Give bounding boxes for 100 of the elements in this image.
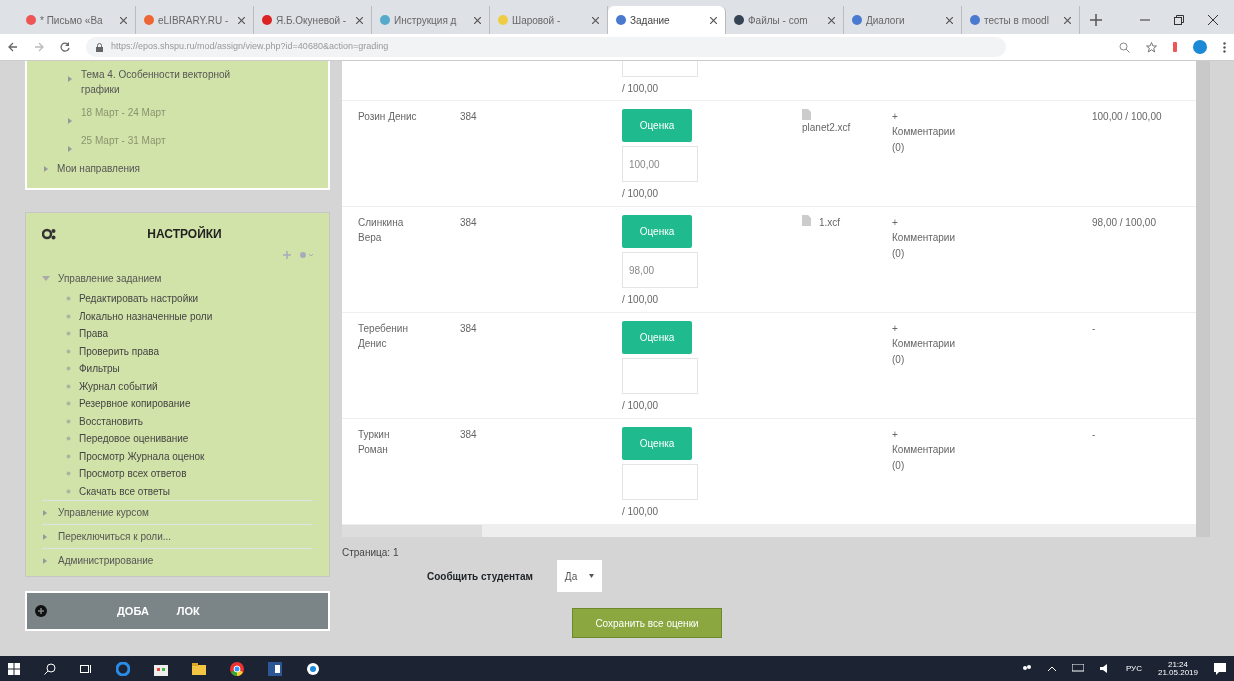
student-name[interactable]: Розин Денис — [358, 109, 418, 124]
bullet-icon — [66, 436, 71, 442]
edge-icon[interactable] — [116, 661, 130, 676]
bullet-icon — [66, 418, 71, 424]
close-icon[interactable] — [946, 16, 953, 24]
settings-link[interactable]: Проверить права — [79, 343, 160, 359]
settings-link[interactable]: Фильтры — [79, 361, 120, 377]
grade-field[interactable]: 98,00 — [622, 252, 698, 288]
favicon-icon — [616, 15, 626, 25]
final-grade: - — [1092, 323, 1096, 334]
zoom-icon[interactable] — [1119, 41, 1130, 53]
close-icon[interactable] — [710, 16, 717, 24]
network-icon[interactable] — [1071, 664, 1084, 673]
settings-link[interactable]: Права — [79, 326, 109, 342]
grade-field[interactable]: 100,00 — [622, 146, 698, 182]
word-icon[interactable] — [268, 661, 282, 676]
speaker-icon[interactable] — [1099, 664, 1110, 673]
group-cell: 384 — [460, 217, 477, 228]
comments-link[interactable]: Комментарии (0) — [892, 442, 962, 474]
settings-link[interactable]: Редактировать настройки — [79, 291, 199, 307]
add-block-text[interactable]: ДОБА — [117, 602, 149, 620]
bullet-icon — [66, 331, 71, 337]
folder-icon[interactable] — [192, 662, 206, 675]
nav-item[interactable]: Мои направления — [57, 161, 140, 176]
settings-item[interactable]: Администрирование — [58, 553, 154, 568]
group-cell: 384 — [460, 111, 477, 122]
group-cell: 384 — [460, 429, 477, 440]
settings-link[interactable]: Скачать все ответы — [79, 483, 170, 499]
settings-link[interactable]: Просмотр всех ответов — [79, 466, 187, 482]
profile-icon[interactable] — [1193, 40, 1207, 54]
bullet-icon — [66, 348, 71, 354]
student-name[interactable]: Слинкина Вера — [358, 215, 418, 245]
add-block-text[interactable]: ЛОК — [176, 602, 200, 620]
close-icon[interactable] — [1064, 16, 1071, 24]
file-icon — [802, 215, 811, 226]
comments-link[interactable]: Комментарии (0) — [892, 230, 962, 262]
close-icon[interactable] — [1208, 15, 1218, 25]
final-grade: 100,00 / 100,00 — [1092, 111, 1162, 122]
close-icon[interactable] — [238, 16, 245, 24]
add-icon[interactable] — [35, 605, 47, 617]
comments-link[interactable]: Комментарии (0) — [892, 336, 962, 368]
search-icon[interactable] — [44, 662, 56, 675]
group-cell: 384 — [460, 323, 477, 334]
settings-link[interactable]: Восстановить — [79, 413, 144, 429]
settings-item[interactable]: Управление заданием — [58, 271, 162, 286]
favicon-icon — [262, 15, 272, 25]
bullet-icon — [66, 471, 71, 477]
close-icon[interactable] — [120, 16, 127, 24]
notify-select[interactable]: Да — [556, 560, 602, 592]
restore-icon[interactable] — [1174, 15, 1184, 25]
clock[interactable]: 21:24 21.05.2019 — [1157, 660, 1198, 677]
student-name[interactable]: Теребенин Денис — [358, 321, 418, 351]
close-icon[interactable] — [828, 16, 835, 24]
settings-item[interactable]: Переключиться к роли... — [58, 529, 172, 544]
student-name[interactable]: Туркин Роман — [358, 427, 418, 457]
reload-icon[interactable] — [60, 42, 70, 52]
favicon-icon — [734, 15, 744, 25]
back-icon[interactable] — [8, 42, 18, 52]
close-icon[interactable] — [474, 16, 481, 24]
settings-link[interactable]: Просмотр Журнала оценок — [79, 448, 205, 464]
bullet-icon — [66, 383, 71, 389]
settings-link[interactable]: Локально назначенные роли — [79, 308, 213, 324]
chrome-icon[interactable] — [230, 661, 244, 676]
close-icon[interactable] — [592, 16, 599, 24]
star-icon[interactable] — [1146, 41, 1157, 53]
bullet-icon — [66, 453, 71, 459]
new-tab-icon[interactable] — [1090, 14, 1102, 26]
comments-toggle[interactable]: + — [892, 215, 1092, 230]
menu-icon[interactable] — [1223, 41, 1226, 53]
horizontal-scrollbar[interactable] — [342, 525, 1196, 537]
settings-link[interactable]: Передовое оценивание — [79, 431, 189, 447]
grade-field[interactable] — [622, 464, 698, 500]
comments-toggle[interactable]: + — [892, 427, 1092, 442]
settings-link[interactable]: Резервное копирование — [79, 396, 191, 412]
max-grade: / 100,00 — [622, 82, 660, 96]
settings-item[interactable]: Управление курсом — [58, 505, 149, 520]
lock-icon — [96, 42, 103, 52]
notifications-icon[interactable] — [1214, 662, 1226, 675]
settings-link[interactable]: Журнал событий — [79, 378, 158, 394]
app-icon[interactable] — [306, 661, 320, 676]
favicon-icon — [498, 15, 508, 25]
language-indicator[interactable]: РУС — [1125, 662, 1142, 675]
comments-toggle[interactable]: + — [892, 109, 1092, 124]
bullet-icon — [66, 366, 71, 372]
task-view-icon[interactable] — [80, 662, 92, 675]
max-grade: / 100,00 — [622, 187, 660, 201]
page-label: Страница: 1 — [342, 546, 400, 560]
file-link[interactable]: planet2.xcf — [802, 120, 892, 135]
bullet-icon — [66, 401, 71, 407]
browser-tab[interactable]: Задание — [608, 6, 726, 34]
windows-icon[interactable] — [8, 662, 20, 675]
comments-link[interactable]: Комментарии (0) — [892, 124, 962, 156]
favicon-icon — [970, 15, 980, 25]
file-link[interactable]: 1.xcf — [819, 215, 841, 230]
favicon-icon — [144, 15, 154, 25]
close-icon[interactable] — [356, 16, 363, 24]
favicon-icon — [26, 15, 36, 25]
nav-item[interactable]: Тема 4. Особенности векторной графики — [81, 67, 256, 97]
grade-field[interactable] — [622, 358, 698, 394]
comments-toggle[interactable]: + — [892, 321, 1092, 336]
